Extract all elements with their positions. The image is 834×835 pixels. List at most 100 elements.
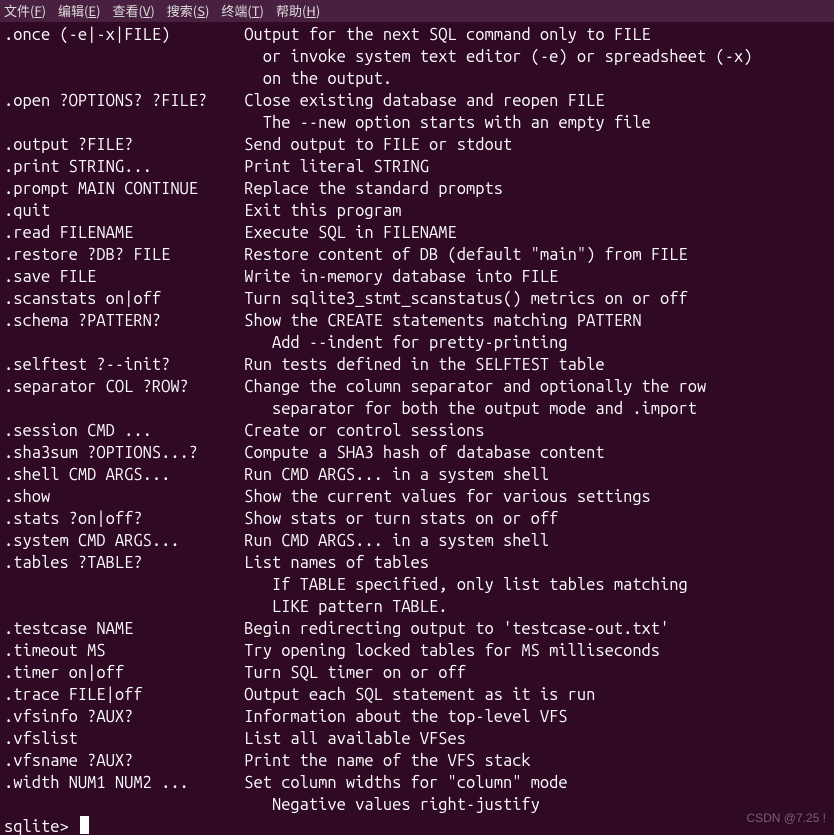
help-command: .save FILE (4, 266, 244, 288)
help-description: Try opening locked tables for MS millise… (244, 640, 660, 662)
help-description: Show the CREATE statements matching PATT… (244, 310, 641, 332)
help-command: .output ?FILE? (4, 134, 244, 156)
help-description: List names of tables (244, 552, 429, 574)
help-line: .vfsinfo ?AUX?Information about the top-… (4, 706, 830, 728)
help-line: or invoke system text editor (-e) or spr… (4, 46, 830, 68)
help-line: .trace FILE|offOutput each SQL statement… (4, 684, 830, 706)
help-description: Close existing database and reopen FILE (244, 90, 604, 112)
help-command: .quit (4, 200, 244, 222)
help-line: .scanstats on|offTurn sqlite3_stmt_scans… (4, 288, 830, 310)
help-line: .tables ?TABLE?List names of tables (4, 552, 830, 574)
terminal-output[interactable]: .once (-e|-x|FILE)Output for the next SQ… (0, 22, 834, 835)
menu-h[interactable]: 帮助(H) (276, 0, 320, 22)
help-line: .system CMD ARGS...Run CMD ARGS... in a … (4, 530, 830, 552)
help-line: .session CMD ...Create or control sessio… (4, 420, 830, 442)
help-command: .vfsname ?AUX? (4, 750, 244, 772)
help-line: .save FILEWrite in-memory database into … (4, 266, 830, 288)
help-command: .vfsinfo ?AUX? (4, 706, 244, 728)
help-command: .timeout MS (4, 640, 244, 662)
help-command: .separator COL ?ROW? (4, 376, 244, 398)
help-command: .trace FILE|off (4, 684, 244, 706)
help-line: .output ?FILE?Send output to FILE or std… (4, 134, 830, 156)
help-line: LIKE pattern TABLE. (4, 596, 830, 618)
help-line: Negative values right-justify (4, 794, 830, 816)
help-line: Add --indent for pretty-printing (4, 332, 830, 354)
menubar: 文件(F) 编辑(E) 查看(V) 搜索(S) 终端(T) 帮助(H) (0, 0, 834, 22)
help-command: .width NUM1 NUM2 ... (4, 772, 244, 794)
help-description: Exit this program (244, 200, 401, 222)
prompt-text: sqlite> (4, 818, 78, 835)
help-description: Show stats or turn stats on or off (244, 508, 558, 530)
help-line: .restore ?DB? FILERestore content of DB … (4, 244, 830, 266)
help-line: .testcase NAMEBegin redirecting output t… (4, 618, 830, 640)
help-description: Compute a SHA3 hash of database content (244, 442, 604, 464)
help-command: .testcase NAME (4, 618, 244, 640)
help-line: .timer on|offTurn SQL timer on or off (4, 662, 830, 684)
help-description: Restore content of DB (default "main") f… (244, 244, 688, 266)
help-command: .open ?OPTIONS? ?FILE? (4, 90, 244, 112)
help-command: .sha3sum ?OPTIONS...? (4, 442, 244, 464)
help-description: Show the current values for various sett… (244, 486, 651, 508)
help-description: Print literal STRING (244, 156, 429, 178)
help-line: separator for both the output mode and .… (4, 398, 830, 420)
help-description: Print the name of the VFS stack (244, 750, 530, 772)
help-description: Turn SQL timer on or off (244, 662, 466, 684)
help-command: .once (-e|-x|FILE) (4, 24, 244, 46)
menu-t[interactable]: 终端(T) (221, 0, 264, 22)
help-description: Execute SQL in FILENAME (244, 222, 457, 244)
sqlite-prompt[interactable]: sqlite> (4, 816, 830, 835)
help-command: .timer on|off (4, 662, 244, 684)
help-description: Run CMD ARGS... in a system shell (244, 530, 549, 552)
menu-s[interactable]: 搜索(S) (167, 0, 210, 22)
help-command: .tables ?TABLE? (4, 552, 244, 574)
help-description: Information about the top-level VFS (244, 706, 567, 728)
help-command: .vfslist (4, 728, 244, 750)
help-line: .selftest ?--init?Run tests defined in t… (4, 354, 830, 376)
help-line: .width NUM1 NUM2 ...Set column widths fo… (4, 772, 830, 794)
help-line: .prompt MAIN CONTINUEReplace the standar… (4, 178, 830, 200)
help-line: .timeout MSTry opening locked tables for… (4, 640, 830, 662)
menu-f[interactable]: 文件(F) (4, 0, 46, 22)
help-line: .vfsname ?AUX?Print the name of the VFS … (4, 750, 830, 772)
help-description: Change the column separator and optional… (244, 376, 706, 398)
help-description: List all available VFSes (244, 728, 466, 750)
help-command: .scanstats on|off (4, 288, 244, 310)
help-command: .restore ?DB? FILE (4, 244, 244, 266)
help-command: .session CMD ... (4, 420, 244, 442)
help-description: Output for the next SQL command only to … (244, 24, 651, 46)
help-line: .quitExit this program (4, 200, 830, 222)
help-description: Send output to FILE or stdout (244, 134, 512, 156)
help-line: .vfslistList all available VFSes (4, 728, 830, 750)
help-description: Write in-memory database into FILE (244, 266, 558, 288)
help-command: .system CMD ARGS... (4, 530, 244, 552)
help-command: .shell CMD ARGS... (4, 464, 244, 486)
help-description: Set column widths for "column" mode (244, 772, 567, 794)
help-command: .prompt MAIN CONTINUE (4, 178, 244, 200)
help-command: .read FILENAME (4, 222, 244, 244)
help-line: .once (-e|-x|FILE)Output for the next SQ… (4, 24, 830, 46)
help-line: .sha3sum ?OPTIONS...?Compute a SHA3 hash… (4, 442, 830, 464)
menu-v[interactable]: 查看(V) (112, 0, 154, 22)
help-command: .selftest ?--init? (4, 354, 244, 376)
help-line: .read FILENAMEExecute SQL in FILENAME (4, 222, 830, 244)
help-description: Turn sqlite3_stmt_scanstatus() metrics o… (244, 288, 688, 310)
help-command: .show (4, 486, 244, 508)
help-description: Output each SQL statement as it is run (244, 684, 595, 706)
help-command: .stats ?on|off? (4, 508, 244, 530)
watermark: CSDN @7.25 ! (746, 807, 826, 829)
help-line: .schema ?PATTERN?Show the CREATE stateme… (4, 310, 830, 332)
help-line: The --new option starts with an empty fi… (4, 112, 830, 134)
help-description: Run tests defined in the SELFTEST table (244, 354, 604, 376)
help-description: Replace the standard prompts (244, 178, 503, 200)
help-line: .open ?OPTIONS? ?FILE?Close existing dat… (4, 90, 830, 112)
help-description: Create or control sessions (244, 420, 484, 442)
help-line: .shell CMD ARGS...Run CMD ARGS... in a s… (4, 464, 830, 486)
help-description: Begin redirecting output to 'testcase-ou… (244, 618, 669, 640)
help-command: .print STRING... (4, 156, 244, 178)
help-line: .showShow the current values for various… (4, 486, 830, 508)
help-line: .print STRING...Print literal STRING (4, 156, 830, 178)
help-line: .stats ?on|off?Show stats or turn stats … (4, 508, 830, 530)
help-description: Run CMD ARGS... in a system shell (244, 464, 549, 486)
help-line: on the output. (4, 68, 830, 90)
menu-e[interactable]: 编辑(E) (58, 0, 100, 22)
